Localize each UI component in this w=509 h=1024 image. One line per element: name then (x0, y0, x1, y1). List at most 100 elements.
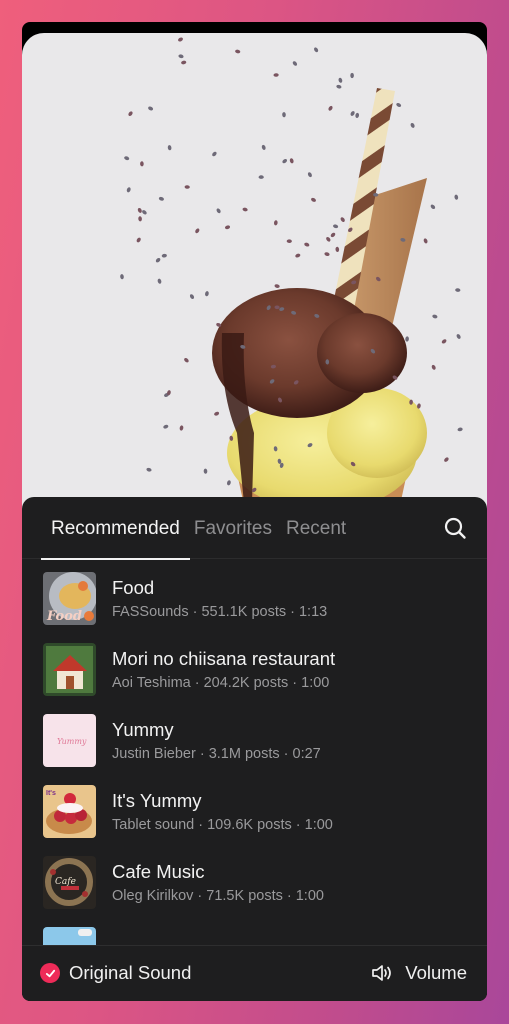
sky-cover-image (43, 926, 96, 945)
chia-seed (335, 246, 340, 252)
search-button[interactable] (443, 516, 467, 540)
chia-seed (224, 225, 231, 230)
sound-subtitle: FASSounds · 551.1K posts · 1:13 (112, 603, 328, 620)
chia-seed (350, 111, 355, 116)
chia-seed (126, 187, 131, 193)
chia-seed (454, 194, 459, 200)
sound-cover: It's (43, 784, 96, 838)
checkbox-checked-icon[interactable] (40, 963, 60, 983)
sound-subtitle: Tablet sound · 109.6K posts · 1:00 (112, 816, 333, 833)
original-sound-label: Original Sound (69, 962, 192, 983)
chia-seed (431, 364, 436, 370)
chia-seed (292, 61, 298, 66)
speaker-icon (372, 965, 392, 981)
chia-seed (430, 204, 436, 210)
chia-seed (456, 334, 461, 339)
sound-cover: Cafe (43, 855, 96, 909)
ice-cream-image (120, 37, 463, 533)
tart-cover-image: It's (43, 784, 96, 838)
chia-seed (314, 47, 319, 53)
sheet-footer: Original Sound Volume (22, 945, 487, 1001)
chia-seed (124, 156, 130, 161)
chia-seed (181, 60, 187, 65)
chia-seed (214, 411, 220, 416)
sound-subtitle: Justin Bieber · 3.1M posts · 0:27 (112, 745, 321, 762)
chia-seed (274, 284, 280, 288)
chia-seed (184, 185, 190, 189)
chia-seed (212, 151, 217, 157)
tab-recent[interactable]: Recent (286, 497, 346, 559)
svg-text:It's: It's (46, 790, 56, 797)
chia-seed (355, 112, 360, 118)
sound-item[interactable]: Food Food FASSounds · 551.1K posts · 1:1… (43, 568, 487, 628)
chia-seed (273, 220, 278, 226)
chia-seed (138, 216, 142, 222)
chia-seed (203, 468, 208, 474)
chia-seed (432, 314, 438, 319)
chia-seed (157, 278, 162, 284)
svg-text:Food: Food (46, 609, 82, 624)
chia-seed (273, 73, 279, 77)
chia-seed (242, 207, 248, 212)
chia-seed (178, 54, 184, 59)
chia-seed (311, 197, 316, 202)
sound-title: Mori no chiisana restaurant (112, 647, 336, 669)
tab-recommended[interactable]: Recommended (41, 497, 190, 560)
chia-seed (282, 158, 288, 164)
chia-seed (336, 84, 342, 89)
chia-seed (136, 237, 141, 243)
chia-seed (189, 294, 195, 299)
chia-seed (333, 224, 339, 229)
chia-seed (167, 145, 172, 151)
chia-seed (235, 49, 241, 54)
video-preview[interactable] (22, 33, 487, 533)
sound-list[interactable]: Food Food FASSounds · 551.1K posts · 1:1… (22, 560, 487, 945)
chia-seed (158, 196, 164, 201)
house-cover-image (43, 642, 96, 696)
chia-seed (205, 291, 209, 297)
chia-seed (423, 238, 428, 244)
chia-seed (146, 467, 152, 472)
chia-seed (179, 425, 184, 431)
search-icon (444, 517, 466, 539)
chia-seed (396, 102, 402, 108)
chia-seed (307, 172, 312, 178)
chia-seed (326, 236, 331, 242)
chia-seed (338, 77, 343, 83)
sound-item[interactable]: Mori no chiisana restaurant Aoi Teshima … (43, 639, 487, 699)
chia-seed (444, 457, 449, 462)
chia-seed (120, 274, 124, 280)
sound-item[interactable]: It's It's Yummy Tablet sound · 109.6K po… (43, 781, 487, 841)
chia-seed (140, 161, 144, 167)
chia-seed (330, 232, 336, 238)
chia-seed (128, 111, 133, 117)
food-cover-image: Food (43, 571, 96, 625)
chia-seed (289, 158, 294, 164)
chia-seed (161, 253, 167, 258)
phone-frame: Recommended Favorites Recent Food Food F… (22, 22, 487, 1001)
yummy-cover-image: Yummy (43, 713, 96, 767)
tab-bar: Recommended Favorites Recent (22, 497, 487, 560)
sound-cover (43, 642, 96, 696)
chia-seed (350, 72, 354, 79)
svg-text:Cafe: Cafe (55, 877, 76, 887)
sound-subtitle: Oleg Kirilkov · 71.5K posts · 1:00 (112, 887, 324, 904)
chia-seed (137, 207, 142, 213)
volume-button[interactable]: Volume (371, 962, 467, 984)
chia-seed (163, 424, 169, 429)
chia-seed (328, 105, 333, 111)
chia-seed (261, 144, 266, 150)
chia-seed (258, 175, 264, 179)
sound-item[interactable]: Cafe Cafe Music Oleg Kirilkov · 71.5K po… (43, 852, 487, 912)
sound-title: Yummy (112, 718, 174, 740)
chia-seed (148, 106, 154, 111)
sound-picker-sheet: Recommended Favorites Recent Food Food F… (22, 497, 487, 1001)
sound-item[interactable]: Nyam Nyam Nyam (43, 923, 487, 945)
chia-seed (410, 122, 415, 128)
svg-text:Yummy: Yummy (57, 737, 87, 746)
sound-item[interactable]: Yummy Yummy Justin Bieber · 3.1M posts ·… (43, 710, 487, 770)
original-sound-toggle[interactable]: Original Sound (40, 962, 191, 984)
tab-favorites[interactable]: Favorites (194, 497, 272, 559)
sound-title: Food (112, 576, 155, 598)
volume-label: Volume (405, 962, 467, 983)
